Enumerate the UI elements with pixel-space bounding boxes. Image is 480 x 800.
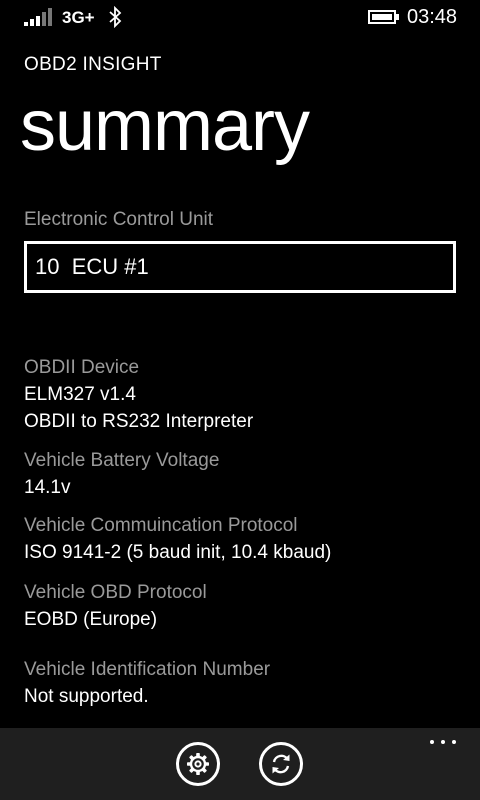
clock: 03:48 <box>407 6 458 28</box>
vin-value: Not supported. <box>24 686 149 707</box>
signal-icon <box>24 8 52 26</box>
settings-icon <box>187 753 209 775</box>
bluetooth-icon <box>109 6 122 28</box>
ecu-selected-value: 10 ECU #1 <box>35 254 149 279</box>
settings-button[interactable] <box>176 742 220 786</box>
ellipsis-icon <box>430 740 434 744</box>
network-type: 3G+ <box>62 8 95 27</box>
battery-icon <box>368 10 399 24</box>
page-title: summary <box>20 86 310 166</box>
app-bar <box>0 728 480 800</box>
obd-protocol-value: EOBD (Europe) <box>24 609 158 630</box>
obd-device-description: OBDII to RS232 Interpreter <box>24 411 254 432</box>
more-options-button[interactable] <box>428 736 458 748</box>
refresh-icon <box>272 754 290 774</box>
obd-protocol-label: Vehicle OBD Protocol <box>24 582 207 603</box>
battery-voltage-value: 14.1v <box>24 477 71 498</box>
communication-protocol-label: Vehicle Commuincation Protocol <box>24 515 298 536</box>
battery-voltage-label: Vehicle Battery Voltage <box>24 450 220 471</box>
app-title: OBD2 INSIGHT <box>24 54 162 75</box>
ecu-select[interactable]: 10 ECU #1 <box>24 241 456 293</box>
communication-protocol-value: ISO 9141-2 (5 baud init, 10.4 kbaud) <box>24 542 332 563</box>
ecu-label: Electronic Control Unit <box>24 209 214 230</box>
status-bar: 3G+ 03:48 <box>0 0 480 32</box>
refresh-button[interactable] <box>259 742 303 786</box>
vin-label: Vehicle Identification Number <box>24 659 271 680</box>
obd-device-label: OBDII Device <box>24 357 140 378</box>
obd-device-value: ELM327 v1.4 <box>24 384 136 405</box>
